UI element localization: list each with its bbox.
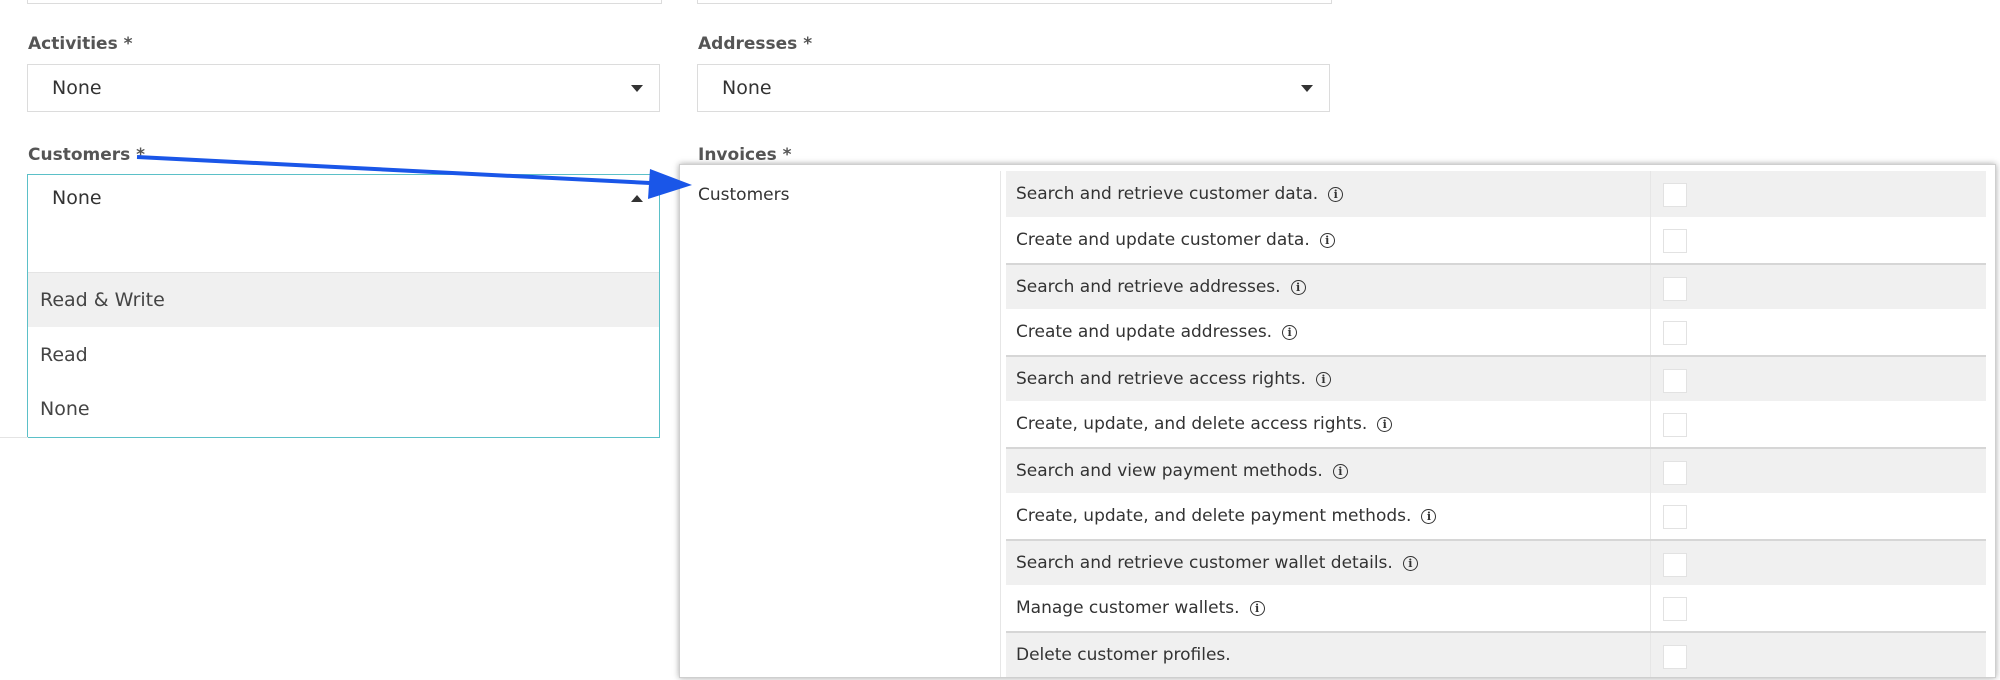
- arrow-line: [136, 155, 651, 185]
- annotation-arrow: [136, 155, 692, 199]
- arrow-head: [648, 169, 692, 199]
